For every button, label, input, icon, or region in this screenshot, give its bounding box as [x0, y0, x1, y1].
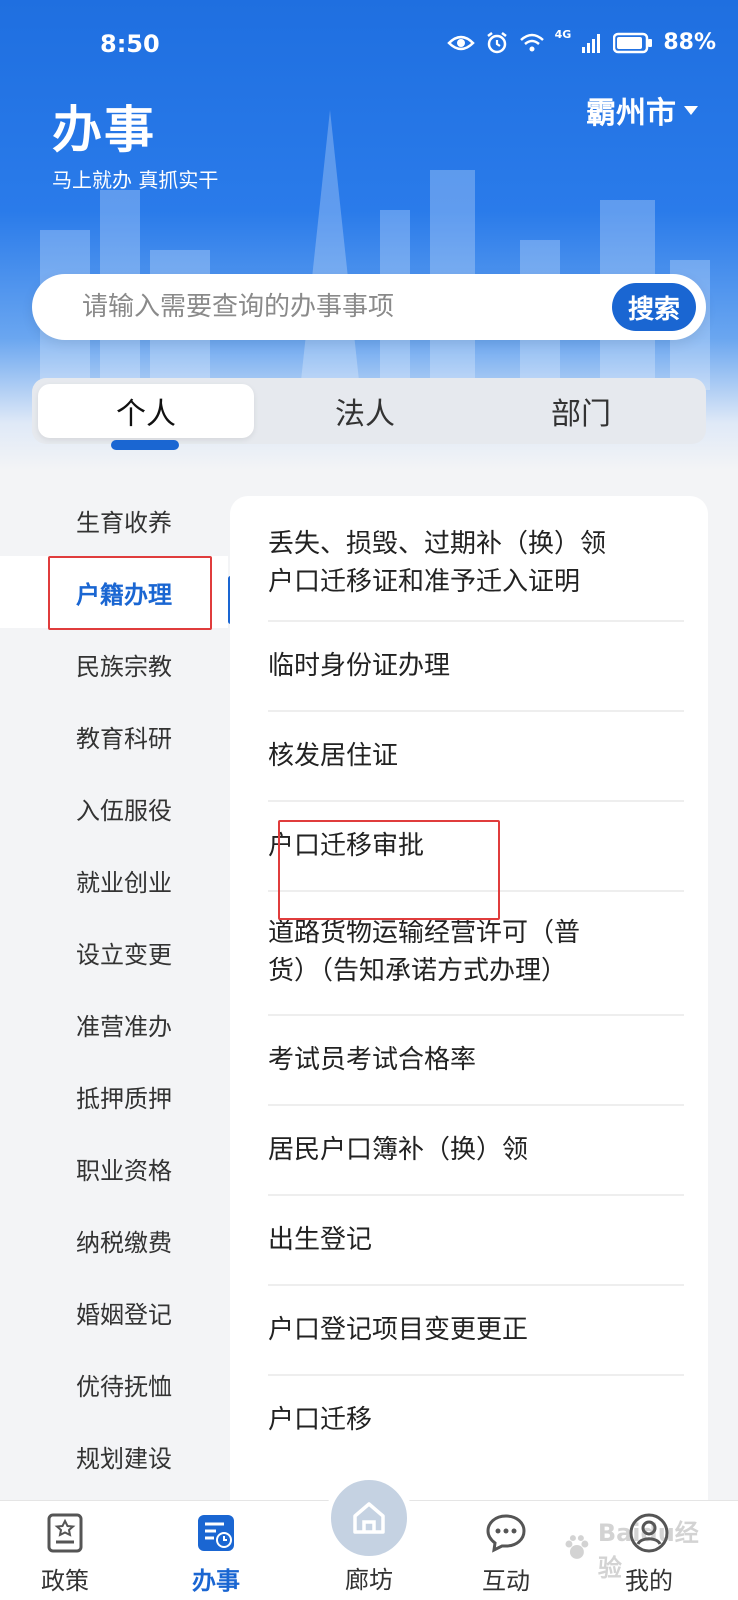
caret-down-icon: [684, 105, 698, 115]
service-item[interactable]: 居民户口簿补（换）领: [268, 1106, 684, 1194]
signal-icon: [582, 33, 601, 53]
city-name: 霸州市: [586, 96, 676, 131]
sidebar-item[interactable]: 婚姻登记: [0, 1276, 228, 1348]
chat-icon: [486, 1514, 526, 1553]
service-item[interactable]: 临时身份证办理: [268, 622, 684, 710]
nav-label: 互动: [482, 1567, 530, 1595]
service-item[interactable]: 核发居住证: [268, 712, 684, 800]
tab-legal-entity[interactable]: 法人: [257, 378, 473, 444]
service-item[interactable]: 出生登记: [268, 1196, 684, 1284]
nav-item-affairs[interactable]: 办事: [161, 1501, 271, 1600]
sidebar-item[interactable]: 准营准办: [0, 988, 228, 1060]
search-input[interactable]: [82, 274, 582, 340]
highlight-box: [278, 820, 500, 920]
policy-icon: [47, 1513, 83, 1553]
tab-active-indicator: [111, 440, 179, 450]
service-item[interactable]: 户口迁移: [268, 1376, 684, 1464]
sidebar-item[interactable]: 设立变更: [0, 916, 228, 988]
nav-label: 廊坊: [345, 1566, 393, 1594]
search-bar: 搜索: [32, 274, 706, 340]
watermark-text: Baidu经验: [597, 1519, 699, 1582]
nav-label: 政策: [41, 1567, 89, 1595]
status-bar: 8:50 4G 88%: [0, 0, 738, 90]
paw-logo-icon: [565, 1535, 589, 1559]
service-item[interactable]: 丢失、损毁、过期补（换）领 户口迁移证和准予迁入证明: [268, 518, 684, 608]
category-tabs: 个人 法人 部门: [32, 378, 706, 444]
sidebar-item[interactable]: 规划建设: [0, 1420, 228, 1492]
alarm-icon: [486, 31, 507, 53]
watermark: Baidu经验: [562, 1518, 722, 1582]
tab-personal[interactable]: 个人: [38, 384, 254, 438]
service-item-label: 户口迁移证和准予迁入证明: [268, 567, 581, 597]
nav-item-langfang[interactable]: [325, 1474, 413, 1562]
service-item-label: 出生登记: [268, 1225, 373, 1255]
service-item-label: 货）（告知承诺方式办理）: [268, 956, 568, 986]
sidebar-item[interactable]: 纳税缴费: [0, 1204, 228, 1276]
battery-percent: 88%: [663, 30, 716, 55]
service-item[interactable]: 户口登记项目变更更正: [268, 1286, 684, 1374]
sidebar-item[interactable]: 生育收养: [0, 484, 228, 556]
sidebar-item[interactable]: 抵押质押: [0, 1060, 228, 1132]
service-list: 丢失、损毁、过期补（换）领 户口迁移证和准予迁入证明 临时身份证办理 核发居住证…: [230, 496, 708, 1506]
wifi-icon: [519, 33, 544, 51]
eye-icon: [446, 35, 475, 50]
service-item-label: 临时身份证办理: [268, 651, 451, 681]
sidebar-item[interactable]: 民族宗教: [0, 628, 228, 700]
sidebar-item[interactable]: 入伍服役: [0, 772, 228, 844]
home-icon: [353, 1502, 385, 1534]
city-selector[interactable]: 霸州市: [586, 88, 698, 132]
service-item-label: 核发居住证: [268, 741, 399, 771]
nav-item-policy[interactable]: 政策: [10, 1501, 120, 1600]
slogan: 马上就办 真抓实干: [52, 168, 219, 192]
status-time: 8:50: [100, 30, 160, 58]
tab-department[interactable]: 部门: [473, 378, 689, 444]
service-item[interactable]: 考试员考试合格率: [268, 1016, 684, 1104]
sidebar-item[interactable]: 优待抚恤: [0, 1348, 228, 1420]
service-item-label: 考试员考试合格率: [268, 1045, 477, 1075]
service-item-label: 丢失、损毁、过期补（换）领: [268, 529, 607, 559]
service-item-label: 户口登记项目变更更正: [268, 1315, 529, 1345]
sidebar-item[interactable]: 教育科研: [0, 700, 228, 772]
sidebar-item[interactable]: 就业创业: [0, 844, 228, 916]
sidebar-item[interactable]: 职业资格: [0, 1132, 228, 1204]
battery-icon: [613, 32, 653, 53]
network-type: 4G: [554, 28, 572, 41]
search-button[interactable]: 搜索: [612, 283, 696, 331]
page-title: 办事: [52, 101, 156, 159]
service-item-label: 户口迁移: [268, 1405, 373, 1435]
service-item-label: 居民户口簿补（换）领: [268, 1135, 529, 1165]
nav-item-interact[interactable]: 互动: [451, 1501, 561, 1600]
category-sidebar: 生育收养 户籍办理 民族宗教 教育科研 入伍服役 就业创业 设立变更 准营准办 …: [0, 484, 228, 1500]
status-icons: 4G 88%: [446, 28, 716, 55]
nav-label: 办事: [192, 1567, 240, 1595]
highlight-box: [48, 556, 212, 630]
affairs-icon: [198, 1515, 234, 1551]
